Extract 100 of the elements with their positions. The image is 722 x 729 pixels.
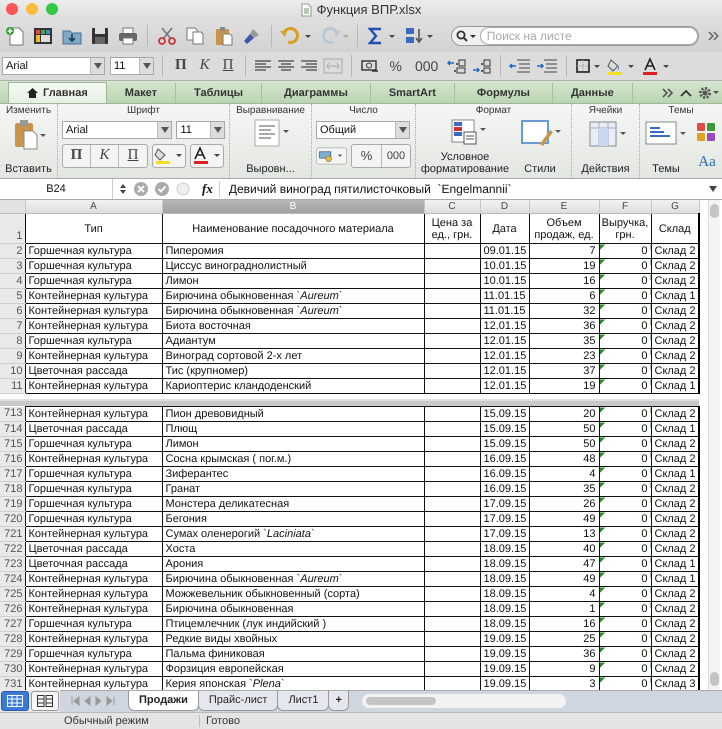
underline-button[interactable]: П — [218, 57, 238, 74]
group-title: Выравнивание — [235, 104, 306, 118]
row-number[interactable]: 4 — [0, 274, 25, 289]
row-number[interactable]: 716 — [0, 452, 25, 467]
table-cell: 0 — [599, 406, 651, 422]
table-cell: 7 — [529, 244, 599, 259]
row-number[interactable]: 3 — [0, 258, 25, 274]
row-number[interactable]: 727 — [0, 616, 25, 632]
row-number[interactable]: 720 — [0, 512, 25, 527]
number-format-button[interactable]: 000 — [410, 58, 442, 74]
table-cell: Цветочная рассада — [25, 542, 162, 557]
bold-button[interactable]: П — [171, 57, 191, 74]
row-number[interactable]: 8 — [0, 334, 25, 349]
row-number[interactable]: 6 — [0, 304, 25, 319]
table-cell: Бирючина обыкновенная — [162, 602, 424, 617]
row-number[interactable]: 731 — [0, 676, 25, 690]
row-number[interactable]: 725 — [0, 586, 25, 602]
search-field[interactable]: Поиск на листе — [480, 26, 698, 45]
number-format-button[interactable]: % — [385, 58, 406, 74]
ribbon-tab[interactable]: Главная — [8, 82, 107, 103]
row-number[interactable]: 722 — [0, 542, 25, 557]
row-number[interactable]: 724 — [0, 572, 25, 587]
row-number[interactable]: 2 — [0, 244, 25, 259]
row-number[interactable]: 5 — [0, 288, 25, 304]
paste-button[interactable]: Вставить — [5, 163, 52, 176]
italic-button[interactable]: К — [196, 57, 214, 74]
column-header[interactable]: C — [424, 200, 480, 214]
conditional-formatting-button[interactable]: Условное форматирование — [420, 151, 510, 176]
row-number[interactable]: 715 — [0, 436, 25, 452]
table-cell: Склад 2 — [651, 334, 699, 349]
sheet-tab[interactable]: Прайс-лист — [198, 690, 278, 711]
table-cell: Горшечная культура — [25, 496, 162, 512]
theme-fonts-button[interactable]: Aa — [698, 154, 716, 171]
row-number[interactable]: 721 — [0, 526, 25, 542]
column-header[interactable]: A — [25, 200, 162, 214]
table-cell: Склад 2 — [651, 496, 699, 512]
number-format-button[interactable]: 000 — [382, 144, 410, 167]
number-format-dropdown[interactable]: Общий — [316, 120, 410, 139]
row-number[interactable]: 723 — [0, 556, 25, 572]
row-number[interactable]: 717 — [0, 466, 25, 482]
row-number[interactable]: 1 — [0, 214, 25, 244]
column-header[interactable]: F — [599, 200, 651, 214]
column-header[interactable]: G — [651, 200, 699, 214]
cell-reference-field[interactable]: B24 — [0, 179, 113, 200]
row-number[interactable]: 10 — [0, 364, 25, 379]
number-format-button[interactable]: % — [352, 144, 382, 167]
table-cell: Горшечная культура — [25, 466, 162, 482]
themes-button[interactable]: Темы — [652, 163, 680, 176]
font-dropdown[interactable]: Arial — [2, 56, 105, 75]
align-button[interactable]: Выровн... — [246, 163, 295, 176]
row-number[interactable]: 11 — [0, 378, 25, 394]
font-size-dropdown[interactable]: 11 — [176, 120, 225, 139]
row-number[interactable]: 729 — [0, 646, 25, 662]
formula-field[interactable]: Девичий виноград пятилисточковый `Engelmannii` — [228, 182, 703, 196]
ribbon-tab[interactable]: Таблицы — [176, 82, 262, 103]
ribbon-tab[interactable]: Макет — [106, 82, 176, 103]
table-cell: Птицемлечник (лук индийский ) — [162, 616, 424, 632]
row-number[interactable]: 728 — [0, 632, 25, 647]
table-cell: 50 — [529, 422, 599, 437]
row-number[interactable]: 7 — [0, 318, 25, 334]
table-cell: 0 — [599, 676, 651, 690]
row-number[interactable]: 719 — [0, 496, 25, 512]
column-header[interactable]: E — [529, 200, 599, 214]
column-header[interactable]: D — [480, 200, 529, 214]
font-dropdown[interactable]: Arial — [62, 120, 172, 139]
actions-button[interactable]: Действия — [581, 163, 630, 176]
ribbon-tab[interactable]: Данные — [552, 82, 633, 103]
row-number[interactable]: 714 — [0, 422, 25, 437]
table-cell: 16 — [529, 274, 599, 289]
row-number[interactable]: 9 — [0, 348, 25, 364]
row-number[interactable]: 713 — [0, 406, 25, 422]
font-size-dropdown[interactable]: 11 — [110, 56, 154, 75]
table-cell: Горшечная культура — [25, 436, 162, 452]
add-sheet-button[interactable]: + — [328, 690, 349, 711]
underline-button[interactable]: П — [119, 144, 147, 167]
view-mode-label: Обычный режим — [0, 714, 200, 727]
table-cell: Контейнерная культура — [25, 288, 162, 304]
function-button[interactable]: fx — [196, 181, 220, 198]
bold-button[interactable]: П — [63, 144, 91, 167]
table-cell: 18.09.15 — [480, 586, 529, 602]
table-cell: Лимон — [162, 436, 424, 452]
table-cell: 0 — [599, 288, 651, 304]
header-cell: Дата — [480, 214, 529, 244]
table-cell: 0 — [599, 318, 651, 334]
table-cell: Склад 2 — [651, 616, 699, 632]
row-number[interactable]: 726 — [0, 602, 25, 617]
sheet-tab[interactable]: Лист1 — [277, 690, 330, 711]
table-cell: 19.09.15 — [480, 646, 529, 662]
table-cell: Виноград сортовой 2-х лет — [162, 348, 424, 364]
ribbon-tab[interactable]: Формулы — [454, 82, 553, 103]
ribbon-tab[interactable]: Диаграммы — [262, 82, 371, 103]
italic-button[interactable]: К — [91, 144, 119, 167]
row-number[interactable]: 718 — [0, 482, 25, 497]
ribbon-tab[interactable]: SmartArt — [370, 82, 455, 103]
table-cell: 1 — [529, 602, 599, 617]
table-cell: Контейнерная культура — [25, 452, 162, 467]
styles-button[interactable]: Стили — [524, 163, 556, 176]
row-number[interactable]: 730 — [0, 662, 25, 677]
table-cell: Склад 2 — [651, 318, 699, 334]
sheet-tab[interactable]: Продажи — [128, 690, 199, 711]
